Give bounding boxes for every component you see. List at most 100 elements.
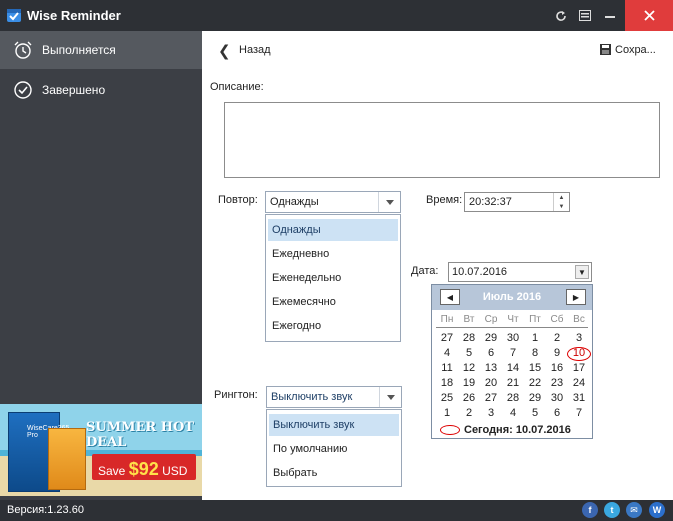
close-button[interactable] [625,0,673,31]
calendar-day[interactable]: 27 [480,392,502,407]
calendar-day[interactable]: 3 [568,332,590,347]
calendar-divider [436,327,588,328]
minimize-icon [605,15,615,18]
calendar-weekday: Вс [573,314,585,325]
calendar-day[interactable]: 21 [502,377,524,392]
close-icon [643,10,655,21]
minimize-button[interactable] [598,0,622,31]
calendar-day[interactable]: 3 [480,407,502,422]
calendar-day[interactable]: 6 [480,347,502,362]
status-bar: Версия:1.23.60 f t ✉ W [0,500,673,521]
calendar-day[interactable]: 23 [546,377,568,392]
calendar-day[interactable]: 16 [546,362,568,377]
ringtone-dropdown: Выключить звук По умолчанию Выбрать [266,409,402,487]
save-button[interactable]: Сохра... [600,42,672,60]
calendar-weekday: Пн [440,314,454,325]
calendar-day[interactable]: 19 [458,377,480,392]
calendar-day[interactable]: 22 [524,377,546,392]
description-textarea[interactable] [224,102,660,178]
calendar-weekday: Сб [550,314,564,325]
calendar-day[interactable]: 12 [458,362,480,377]
calendar-day[interactable]: 17 [568,362,590,377]
calendar-day[interactable]: 18 [436,377,458,392]
calendar-day[interactable]: 8 [524,347,546,362]
calendar-weekday: Ср [484,314,498,325]
date-picker[interactable]: 10.07.2016 ▼ [448,262,592,282]
alarm-clock-icon [14,41,32,59]
time-input[interactable]: 20:32:37 ▲ ▼ [464,192,570,212]
app-logo-icon [7,9,21,22]
calendar-day[interactable]: 29 [480,332,502,347]
wisecleaner-icon[interactable]: W [649,502,665,518]
calendar-day[interactable]: 10 [568,347,590,362]
calendar-weekday: Вт [463,314,475,325]
currency: USD [162,464,188,478]
repeat-option[interactable]: Ежегодно [268,315,398,337]
date-label: Дата: [411,265,439,277]
spin-down-icon[interactable]: ▼ [554,202,569,211]
repeat-option[interactable]: Еженедельно [268,267,398,289]
promo-banner[interactable]: WiseCare365 Pro SUMMER HOT DEAL Save $92… [0,404,202,496]
calendar-day[interactable]: 30 [546,392,568,407]
ringtone-label: Рингтон: [214,389,258,401]
calendar-day[interactable]: 13 [480,362,502,377]
calendar-day[interactable]: 28 [502,392,524,407]
ringtone-select[interactable]: Выключить звук [266,386,402,408]
check-circle-icon [14,81,32,99]
calendar-day[interactable]: 4 [436,347,458,362]
facebook-icon[interactable]: f [582,502,598,518]
calendar-day[interactable]: 20 [480,377,502,392]
mail-icon[interactable]: ✉ [626,502,642,518]
calendar-day[interactable]: 26 [458,392,480,407]
next-month-button[interactable]: ▶ [566,289,586,305]
date-value: 10.07.2016 [452,266,508,278]
calendar-day[interactable]: 14 [502,362,524,377]
calendar-day[interactable]: 5 [524,407,546,422]
back-button[interactable]: ❮ Назад [216,42,276,60]
repeat-dropdown: Однажды Ежедневно Еженедельно Ежемесячно… [265,214,401,342]
refresh-icon [556,10,566,21]
sidebar-item-in-progress[interactable]: Выполняется [0,31,202,69]
calendar-popup: Июль 2016 ◀ ▶ Пн Вт Ср Чт Пт Сб Вс 27 28 29 30 1 2 3… [431,284,593,439]
sidebar-item-completed[interactable]: Завершено [0,71,202,109]
repeat-option[interactable]: Ежемесячно [268,291,398,313]
ringtone-option[interactable]: По умолчанию [269,438,399,460]
chevron-down-icon[interactable] [379,387,401,407]
calendar-day[interactable]: 29 [524,392,546,407]
time-spinner[interactable]: ▲ ▼ [553,193,569,211]
calendar-day[interactable]: 9 [546,347,568,362]
calendar-day[interactable]: 31 [568,392,590,407]
calendar-day[interactable]: 7 [502,347,524,362]
sidebar-item-label: Завершено [42,83,106,97]
calendar-day[interactable]: 25 [436,392,458,407]
calendar-day[interactable]: 24 [568,377,590,392]
calendar-day[interactable]: 1 [524,332,546,347]
menu-button[interactable] [573,0,597,31]
spin-up-icon[interactable]: ▲ [554,193,569,202]
previous-month-button[interactable]: ◀ [440,289,460,305]
calendar-today-link[interactable]: Сегодня: 10.07.2016 [436,422,592,438]
refresh-button[interactable] [549,0,573,31]
calendar-day[interactable]: 30 [502,332,524,347]
calendar-day[interactable]: 4 [502,407,524,422]
twitter-icon[interactable]: t [604,502,620,518]
chevron-down-icon[interactable]: ▼ [575,265,589,279]
calendar-day[interactable]: 7 [568,407,590,422]
triangle-right-icon: ▶ [572,292,580,302]
calendar-day[interactable]: 28 [458,332,480,347]
chevron-down-icon[interactable] [378,192,400,212]
calendar-day[interactable]: 15 [524,362,546,377]
repeat-option[interactable]: Ежедневно [268,243,398,265]
repeat-select[interactable]: Однажды [265,191,401,213]
calendar-day[interactable]: 2 [458,407,480,422]
calendar-day[interactable]: 5 [458,347,480,362]
back-label: Назад [239,44,271,56]
ringtone-option[interactable]: Выбрать [269,462,399,484]
ringtone-option[interactable]: Выключить звук [269,414,399,436]
calendar-day[interactable]: 6 [546,407,568,422]
calendar-day[interactable]: 11 [436,362,458,377]
repeat-option[interactable]: Однажды [268,219,398,241]
calendar-day[interactable]: 2 [546,332,568,347]
calendar-day[interactable]: 27 [436,332,458,347]
calendar-day[interactable]: 1 [436,407,458,422]
